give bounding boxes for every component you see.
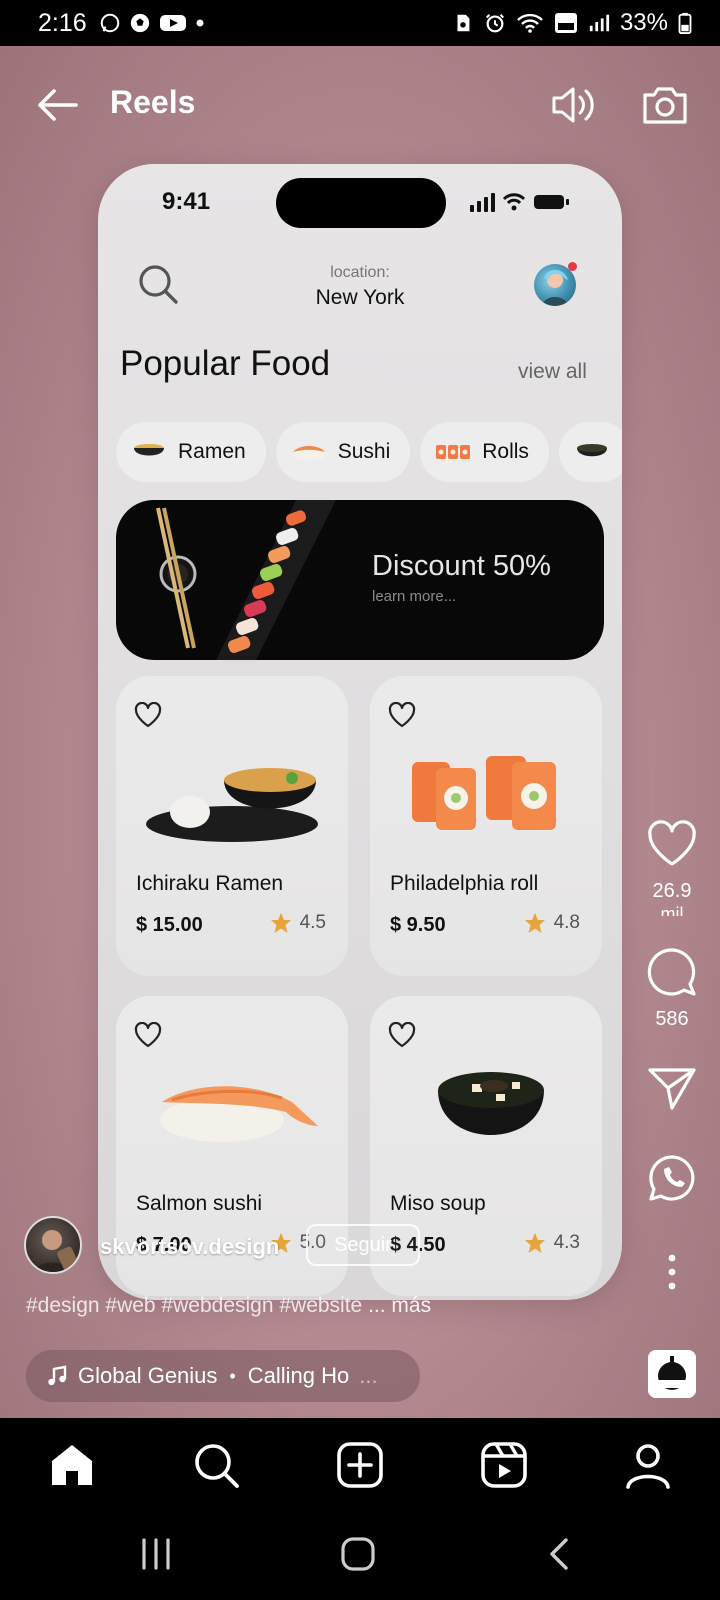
status-bar: 2:16 33% bbox=[0, 0, 720, 46]
whatsapp-notification-icon bbox=[100, 13, 119, 33]
star-icon bbox=[524, 1233, 545, 1253]
home-icon[interactable] bbox=[46, 1439, 98, 1491]
create-post-icon[interactable] bbox=[334, 1439, 386, 1491]
notification-dot bbox=[568, 262, 577, 271]
food-app-mockup: 9:41 location: New York Popular Food vie… bbox=[98, 164, 622, 1300]
chip-label: Sushi bbox=[337, 440, 391, 463]
ramen-bowl-icon bbox=[134, 444, 164, 456]
ramen-dish-image bbox=[146, 768, 318, 842]
miso-soup-image bbox=[438, 1072, 544, 1135]
comment-count: 586 bbox=[655, 1008, 689, 1030]
food-price: $ 9.50 bbox=[390, 914, 446, 936]
more-options-icon[interactable] bbox=[646, 1246, 698, 1298]
favorite-heart-icon[interactable] bbox=[134, 1022, 162, 1048]
view-all-link[interactable]: view all bbox=[518, 360, 587, 384]
whatsapp-share-icon[interactable] bbox=[646, 1152, 698, 1204]
youtube-notification-icon bbox=[159, 15, 186, 31]
food-name: Ichiraku Ramen bbox=[136, 872, 284, 895]
food-name: Miso soup bbox=[390, 1192, 486, 1215]
author-avatar[interactable] bbox=[24, 1216, 82, 1274]
popular-food-heading: Popular Food bbox=[120, 344, 331, 383]
star-icon bbox=[524, 913, 545, 933]
audio-track-pill[interactable]: Global Genius • Calling Ho... bbox=[26, 1350, 420, 1402]
food-price: $ 15.00 bbox=[136, 914, 203, 936]
food-card-philadelphia-roll[interactable]: Philadelphia roll $ 9.50 4.8 bbox=[370, 676, 602, 976]
shrimp-sushi-image bbox=[160, 1086, 318, 1142]
favorite-heart-icon[interactable] bbox=[388, 702, 416, 728]
discount-banner[interactable]: Discount 50% learn more... bbox=[116, 500, 604, 660]
chip-label: Rolls bbox=[482, 440, 529, 463]
audio-cover-thumbnail[interactable] bbox=[648, 1350, 696, 1398]
food-rating: 4.8 bbox=[524, 912, 580, 934]
share-send-icon[interactable] bbox=[646, 1062, 698, 1114]
food-rating: 4.5 bbox=[270, 912, 326, 934]
music-artist: Global Genius bbox=[78, 1363, 218, 1388]
camera-icon[interactable] bbox=[640, 80, 690, 130]
mockup-time: 9:41 bbox=[162, 188, 211, 215]
caption-more-link[interactable]: ... más bbox=[368, 1294, 431, 1317]
status-time: 2:16 bbox=[38, 8, 87, 37]
android-sd-card-icon bbox=[457, 14, 470, 32]
chip-ramen[interactable]: Ramen bbox=[116, 422, 266, 482]
volte-4g-icon bbox=[554, 13, 577, 33]
reel-video[interactable]: Reels 9:41 location: New York Popular Fo… bbox=[0, 46, 720, 1418]
food-name: Philadelphia roll bbox=[390, 872, 539, 895]
cell-signal-icon bbox=[589, 14, 610, 32]
android-back-icon[interactable] bbox=[540, 1534, 580, 1574]
banner-learn-more[interactable]: learn more... bbox=[372, 588, 456, 605]
android-home-icon[interactable] bbox=[338, 1534, 378, 1574]
like-count: 26.9 bbox=[652, 880, 692, 902]
follow-button[interactable]: Seguir bbox=[306, 1224, 420, 1266]
food-rating: 4.3 bbox=[524, 1232, 580, 1254]
author-username[interactable]: skvortsov.design bbox=[100, 1234, 279, 1260]
soup-bowl-icon bbox=[576, 444, 607, 457]
android-navigation-bar bbox=[0, 1512, 720, 1600]
sound-on-icon[interactable] bbox=[548, 80, 598, 130]
dynamic-island bbox=[276, 178, 446, 228]
battery-percent: 33% bbox=[619, 9, 668, 36]
food-name: Salmon sushi bbox=[136, 1192, 263, 1215]
sushi-nigiri-icon bbox=[292, 446, 325, 460]
music-title: Calling Ho bbox=[247, 1363, 350, 1388]
soccer-ball-notification-icon bbox=[130, 13, 149, 33]
chip-more-partial[interactable] bbox=[558, 422, 622, 482]
chip-rolls[interactable]: Rolls bbox=[420, 422, 549, 482]
mockup-status-bar: 9:41 bbox=[98, 164, 622, 234]
back-arrow-icon[interactable] bbox=[32, 82, 82, 128]
author-photo-icon bbox=[33, 1230, 79, 1272]
favorite-heart-icon[interactable] bbox=[388, 1022, 416, 1048]
chip-sushi[interactable]: Sushi bbox=[275, 422, 411, 482]
global-genius-logo-icon bbox=[648, 1350, 696, 1398]
chip-label: Ramen bbox=[178, 440, 246, 463]
profile-icon[interactable] bbox=[622, 1439, 674, 1491]
comment-bubble-icon[interactable] bbox=[646, 946, 698, 998]
banner-title: Discount 50% bbox=[372, 550, 551, 582]
category-chips: Ramen Sushi Rolls bbox=[116, 422, 622, 482]
sushi-rolls-icon bbox=[436, 445, 471, 459]
alarm-icon bbox=[485, 14, 504, 33]
mockup-signal-wifi-battery-icon bbox=[470, 193, 569, 212]
philadelphia-roll-image bbox=[412, 756, 556, 830]
reels-icon[interactable] bbox=[478, 1439, 530, 1491]
sushi-platter-illustration bbox=[156, 500, 336, 660]
like-heart-icon[interactable] bbox=[646, 818, 698, 870]
star-icon bbox=[270, 913, 291, 933]
reels-title: Reels bbox=[110, 84, 196, 120]
more-notifications-dot-icon bbox=[196, 19, 204, 27]
music-note-icon bbox=[48, 1365, 67, 1386]
battery-icon bbox=[678, 12, 692, 34]
recent-apps-icon[interactable] bbox=[136, 1534, 176, 1574]
wifi-icon bbox=[517, 13, 543, 33]
instagram-bottom-nav bbox=[0, 1418, 720, 1512]
reel-top-bar: Reels bbox=[0, 76, 720, 136]
caption-hashtags[interactable]: #design #web #webdesign #website ... más bbox=[26, 1294, 431, 1318]
search-icon[interactable] bbox=[190, 1439, 242, 1491]
favorite-heart-icon[interactable] bbox=[134, 702, 162, 728]
like-count-suffix: mil bbox=[660, 904, 684, 916]
food-card-ichiraku-ramen[interactable]: Ichiraku Ramen $ 15.00 4.5 bbox=[116, 676, 348, 976]
